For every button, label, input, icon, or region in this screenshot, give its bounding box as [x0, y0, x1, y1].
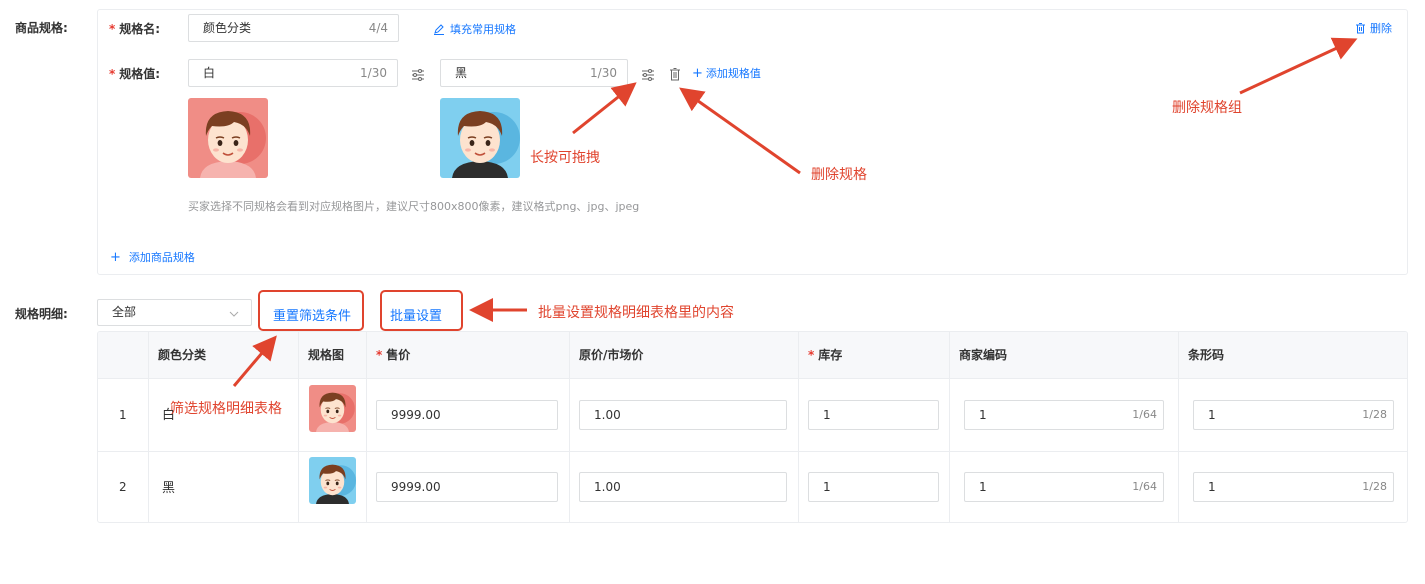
annotation-filter: 筛选规格明细表格	[170, 401, 282, 417]
arrow-delete-spec	[679, 87, 801, 175]
annotation-drag: 长按可拖拽	[530, 150, 600, 166]
arrow-filter	[232, 335, 277, 387]
arrow-delete-group	[1239, 37, 1358, 95]
annotation-delete-group: 删除规格组	[1172, 100, 1242, 116]
annotation-arrows	[232, 37, 1358, 387]
arrow-drag	[572, 82, 637, 135]
annotation-batch: 批量设置规格明细表格里的内容	[538, 305, 734, 321]
annotation-delete-spec: 删除规格	[811, 167, 867, 183]
